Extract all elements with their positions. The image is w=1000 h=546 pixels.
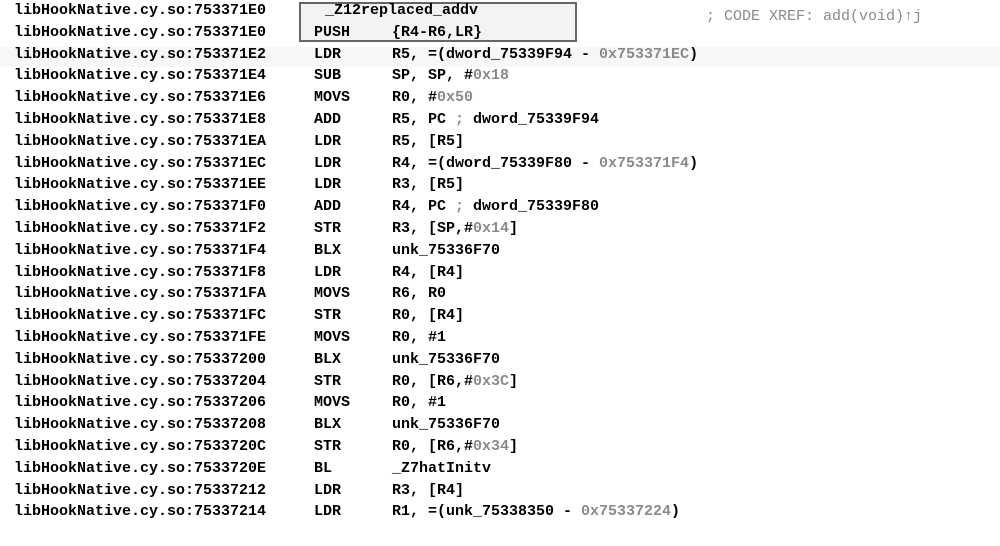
- mnemonic: LDR: [314, 153, 392, 175]
- operands: unk_75336F70: [392, 414, 500, 436]
- disassembly-listing: libHookNative.cy.so:753371ElibHookNative…: [14, 0, 986, 523]
- operands: R5, PC ; dword_75339F94: [392, 109, 599, 131]
- operands: R0, [R6,#0x34]: [392, 436, 518, 458]
- operands: {R4-R6,LR}: [392, 22, 482, 44]
- location: libHookNative.cy.so:753371F0: [14, 196, 314, 218]
- location: libHookNative.cy.so:75337212: [14, 480, 314, 502]
- disasm-row: libHookNative.cy.so:753371F4BLXunk_75336…: [14, 240, 986, 262]
- mnemonic: LDR: [314, 480, 392, 502]
- operands: R4, =(dword_75339F80 - 0x753371F4): [392, 153, 698, 175]
- mnemonic: STR: [314, 436, 392, 458]
- mnemonic: LDR: [314, 131, 392, 153]
- disasm-row: libHookNative.cy.so:75337208BLXunk_75336…: [14, 414, 986, 436]
- disasm-row: libHookNative.cy.so:753371F8LDRR4, [R4]: [14, 262, 986, 284]
- mnemonic: STR: [314, 305, 392, 327]
- location: libHookNative.cy.so:753371F2: [14, 218, 314, 240]
- mnemonic: STR: [314, 218, 392, 240]
- mnemonic: MOVS: [314, 283, 392, 305]
- mnemonic: BLX: [314, 240, 392, 262]
- mnemonic: PUSH: [314, 22, 392, 44]
- operands: R5, [R5]: [392, 131, 464, 153]
- operands: R3, [R5]: [392, 174, 464, 196]
- mnemonic: LDR: [314, 44, 392, 66]
- mnemonic: BL: [314, 458, 392, 480]
- location: libHookNative.cy.so:753371EC: [14, 153, 314, 175]
- location: libHookNative.cy.so:75337208: [14, 414, 314, 436]
- location: libHookNative.cy.so:753371E2: [14, 44, 314, 66]
- symbol-label: _Z12replaced_addv: [316, 0, 478, 22]
- location: libHookNative.cy.so:7533720C: [14, 436, 314, 458]
- disasm-row: libHookNative.cy.so:753371E4SUBSP, SP, #…: [14, 65, 986, 87]
- location: libHookNative.cy.so:75337200: [14, 349, 314, 371]
- disasm-row: libHookNative.cy.so:75337212LDRR3, [R4]: [14, 480, 986, 502]
- disasm-row: libHookNative.cy.so:753371EELDRR3, [R5]: [14, 174, 986, 196]
- operands: R4, [R4]: [392, 262, 464, 284]
- operands: R0, #0x50: [392, 87, 473, 109]
- disasm-row: libHookNative.cy.so:75337214LDRR1, =(unk…: [14, 501, 986, 523]
- operands: _Z7hatInitv: [392, 458, 491, 480]
- operands: R0, [R4]: [392, 305, 464, 327]
- disasm-row: libHookNative.cy.so:75337204STRR0, [R6,#…: [14, 371, 986, 393]
- mnemonic: STR: [314, 371, 392, 393]
- location: libHookNative.cy.so:753371E4: [14, 65, 314, 87]
- location: libHookNative.cy.so:75337206: [14, 392, 314, 414]
- operands: R3, [SP,#0x14]: [392, 218, 518, 240]
- operands: R0, #1: [392, 392, 446, 414]
- mnemonic: LDR: [314, 174, 392, 196]
- disasm-row: libHookNative.cy.so:7533720CSTRR0, [R6,#…: [14, 436, 986, 458]
- location: libHookNative.cy.so:753371F4: [14, 240, 314, 262]
- disasm-row: libHookNative.cy.so:75337200BLXunk_75336…: [14, 349, 986, 371]
- location: libHookNative.cy.so:753371EA: [14, 131, 314, 153]
- operands: R5, =(dword_75339F94 - 0x753371EC): [392, 44, 698, 66]
- disasm-row: libHookNative.cy.so:753371EALDRR5, [R5]: [14, 131, 986, 153]
- location: libHookNative.cy.so:753371FE: [14, 327, 314, 349]
- operands: SP, SP, #0x18: [392, 65, 509, 87]
- operands: unk_75336F70: [392, 349, 500, 371]
- disasm-row: libHookNative.cy.so:753371E8ADDR5, PC ; …: [14, 109, 986, 131]
- location: libHookNative.cy.so:75337214: [14, 501, 314, 523]
- mnemonic: SUB: [314, 65, 392, 87]
- operands: R0, #1: [392, 327, 446, 349]
- location: libHookNative.cy.so:753371FC: [14, 305, 314, 327]
- location: libHookNative.cy.so:753371E8: [14, 109, 314, 131]
- mnemonic: MOVS: [314, 327, 392, 349]
- disasm-row: libHookNative.cy.so:753371F2STRR3, [SP,#…: [14, 218, 986, 240]
- mnemonic: MOVS: [314, 87, 392, 109]
- location: libHookNative.cy.so:7533720E: [14, 458, 314, 480]
- disasm-row: libHookNative.cy.so:753371FCSTRR0, [R4]: [14, 305, 986, 327]
- mnemonic: ADD: [314, 196, 392, 218]
- mnemonic: LDR: [314, 262, 392, 284]
- disasm-row: libHookNative.cy.so:753371E6MOVSR0, #0x5…: [14, 87, 986, 109]
- mnemonic: BLX: [314, 349, 392, 371]
- mnemonic: LDR: [314, 501, 392, 523]
- disasm-row: libHookNative.cy.so:753371FAMOVSR6, R0: [14, 283, 986, 305]
- disasm-row: libHookNative.cy.so:753371ECLDRR4, =(dwo…: [14, 153, 986, 175]
- disasm-row: libHookNative.cy.so:7533720EBL_Z7hatInit…: [14, 458, 986, 480]
- xref-text: ; CODE XREF: add(void)↑j: [706, 8, 922, 25]
- disasm-row: libHookNative.cy.so:753371FEMOVSR0, #1: [14, 327, 986, 349]
- operands: R0, [R6,#0x3C]: [392, 371, 518, 393]
- mnemonic: MOVS: [314, 392, 392, 414]
- location: libHookNative.cy.so:753371FA: [14, 283, 314, 305]
- mnemonic: ADD: [314, 109, 392, 131]
- operands: R4, PC ; dword_75339F80: [392, 196, 599, 218]
- code-xref: ; CODE XREF: add(void)↑j: [706, 6, 922, 28]
- disasm-row: libHookNative.cy.so:753371E2LDRR5, =(dwo…: [14, 44, 986, 66]
- operands: R1, =(unk_75338350 - 0x75337224): [392, 501, 680, 523]
- mnemonic: BLX: [314, 414, 392, 436]
- disasm-row: libHookNative.cy.so:75337206MOVSR0, #1: [14, 392, 986, 414]
- location: libHookNative.cy.so:753371F8: [14, 262, 314, 284]
- location: libHookNative.cy.so:753371E0: [14, 0, 314, 22]
- location: libHookNative.cy.so:753371E0: [14, 22, 314, 44]
- location: libHookNative.cy.so:753371E6: [14, 87, 314, 109]
- operands: R3, [R4]: [392, 480, 464, 502]
- location: libHookNative.cy.so:75337204: [14, 371, 314, 393]
- operands: unk_75336F70: [392, 240, 500, 262]
- location: libHookNative.cy.so:753371EE: [14, 174, 314, 196]
- disasm-row: libHookNative.cy.so:753371F0ADDR4, PC ; …: [14, 196, 986, 218]
- operands: R6, R0: [392, 283, 446, 305]
